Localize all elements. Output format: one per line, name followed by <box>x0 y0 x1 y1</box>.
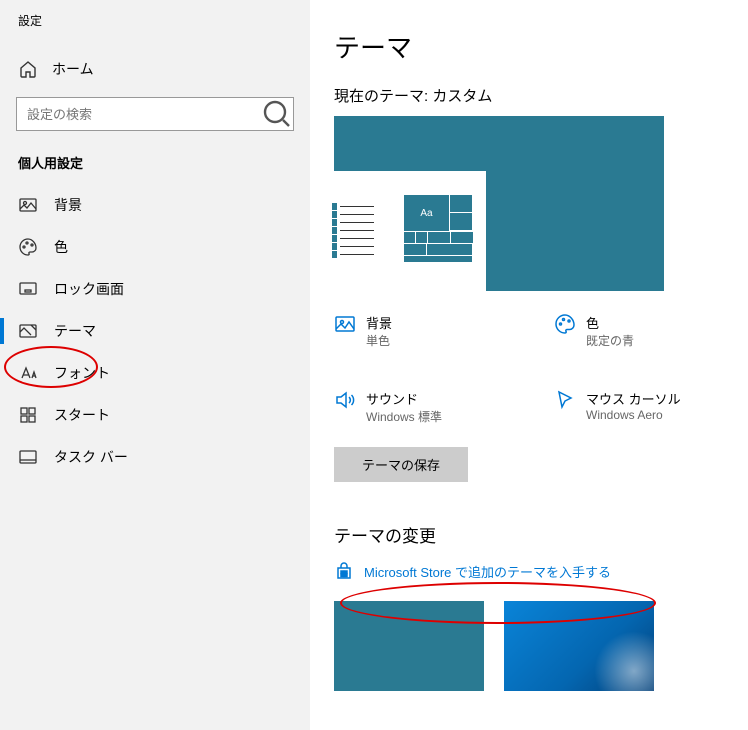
option-sub: 既定の青 <box>586 332 634 349</box>
sound-icon <box>334 389 356 411</box>
sidebar-item-label: フォント <box>54 363 110 383</box>
sidebar-item-label: 色 <box>54 237 68 257</box>
option-sound[interactable]: サウンドWindows 標準 <box>334 389 474 425</box>
search-box[interactable] <box>16 97 294 131</box>
store-icon <box>334 561 354 581</box>
page-title: テーマ <box>334 28 724 65</box>
sidebar-item-label: タスク バー <box>54 447 128 467</box>
option-title: 色 <box>586 313 634 332</box>
store-link[interactable]: Microsoft Store で追加のテーマを入手する <box>334 561 724 581</box>
fonts-icon <box>18 363 38 383</box>
sidebar-item-lockscreen[interactable]: ロック画面 <box>0 268 310 310</box>
window-title: 設定 <box>0 12 310 49</box>
sidebar-item-color[interactable]: 色 <box>0 226 310 268</box>
picture-icon <box>334 313 356 335</box>
picture-icon <box>18 195 38 215</box>
change-theme-title: テーマの変更 <box>334 522 724 547</box>
sidebar: 設定 ホーム 個人用設定 背景 色 ロック画面 テーマ フォント <box>0 0 310 730</box>
start-icon <box>18 405 38 425</box>
theme-preview: Aa <box>334 116 664 291</box>
section-header: 個人用設定 <box>0 147 310 184</box>
sidebar-item-label: テーマ <box>54 321 96 341</box>
lockscreen-icon <box>18 279 38 299</box>
palette-icon <box>554 313 576 335</box>
theme-thumbnail[interactable] <box>334 601 484 691</box>
search-input[interactable] <box>17 107 261 122</box>
preview-tile-aa: Aa <box>404 195 449 231</box>
save-theme-button[interactable]: テーマの保存 <box>334 447 468 482</box>
sidebar-item-themes[interactable]: テーマ <box>0 310 310 352</box>
preview-window: Aa <box>334 171 486 291</box>
home-icon <box>18 59 38 79</box>
option-background[interactable]: 背景単色 <box>334 313 474 349</box>
taskbar-icon <box>18 447 38 467</box>
option-sub: Windows Aero <box>586 408 681 422</box>
option-sub: Windows 標準 <box>366 408 442 425</box>
sidebar-item-fonts[interactable]: フォント <box>0 352 310 394</box>
palette-icon <box>18 237 38 257</box>
store-link-label: Microsoft Store で追加のテーマを入手する <box>364 562 611 581</box>
option-title: マウス カーソル <box>586 389 681 408</box>
option-title: サウンド <box>366 389 442 408</box>
themes-icon <box>18 321 38 341</box>
sidebar-item-label: 背景 <box>54 195 82 215</box>
home-label: ホーム <box>52 59 94 79</box>
cursor-icon <box>554 389 576 411</box>
current-theme-label: 現在のテーマ: カスタム <box>334 85 724 106</box>
main-content: テーマ 現在のテーマ: カスタム Aa 背景単色 色既定の青 <box>310 0 748 730</box>
option-color[interactable]: 色既定の青 <box>554 313 694 349</box>
option-sub: 単色 <box>366 332 392 349</box>
sidebar-item-start[interactable]: スタート <box>0 394 310 436</box>
search-icon <box>261 98 293 130</box>
theme-thumbnail[interactable] <box>504 601 654 691</box>
sidebar-item-background[interactable]: 背景 <box>0 184 310 226</box>
home-row[interactable]: ホーム <box>0 49 310 89</box>
option-cursor[interactable]: マウス カーソルWindows Aero <box>554 389 694 425</box>
theme-thumbnails <box>334 601 724 691</box>
option-title: 背景 <box>366 313 392 332</box>
sidebar-item-label: ロック画面 <box>54 279 124 299</box>
sidebar-item-label: スタート <box>54 405 110 425</box>
sidebar-item-taskbar[interactable]: タスク バー <box>0 436 310 478</box>
